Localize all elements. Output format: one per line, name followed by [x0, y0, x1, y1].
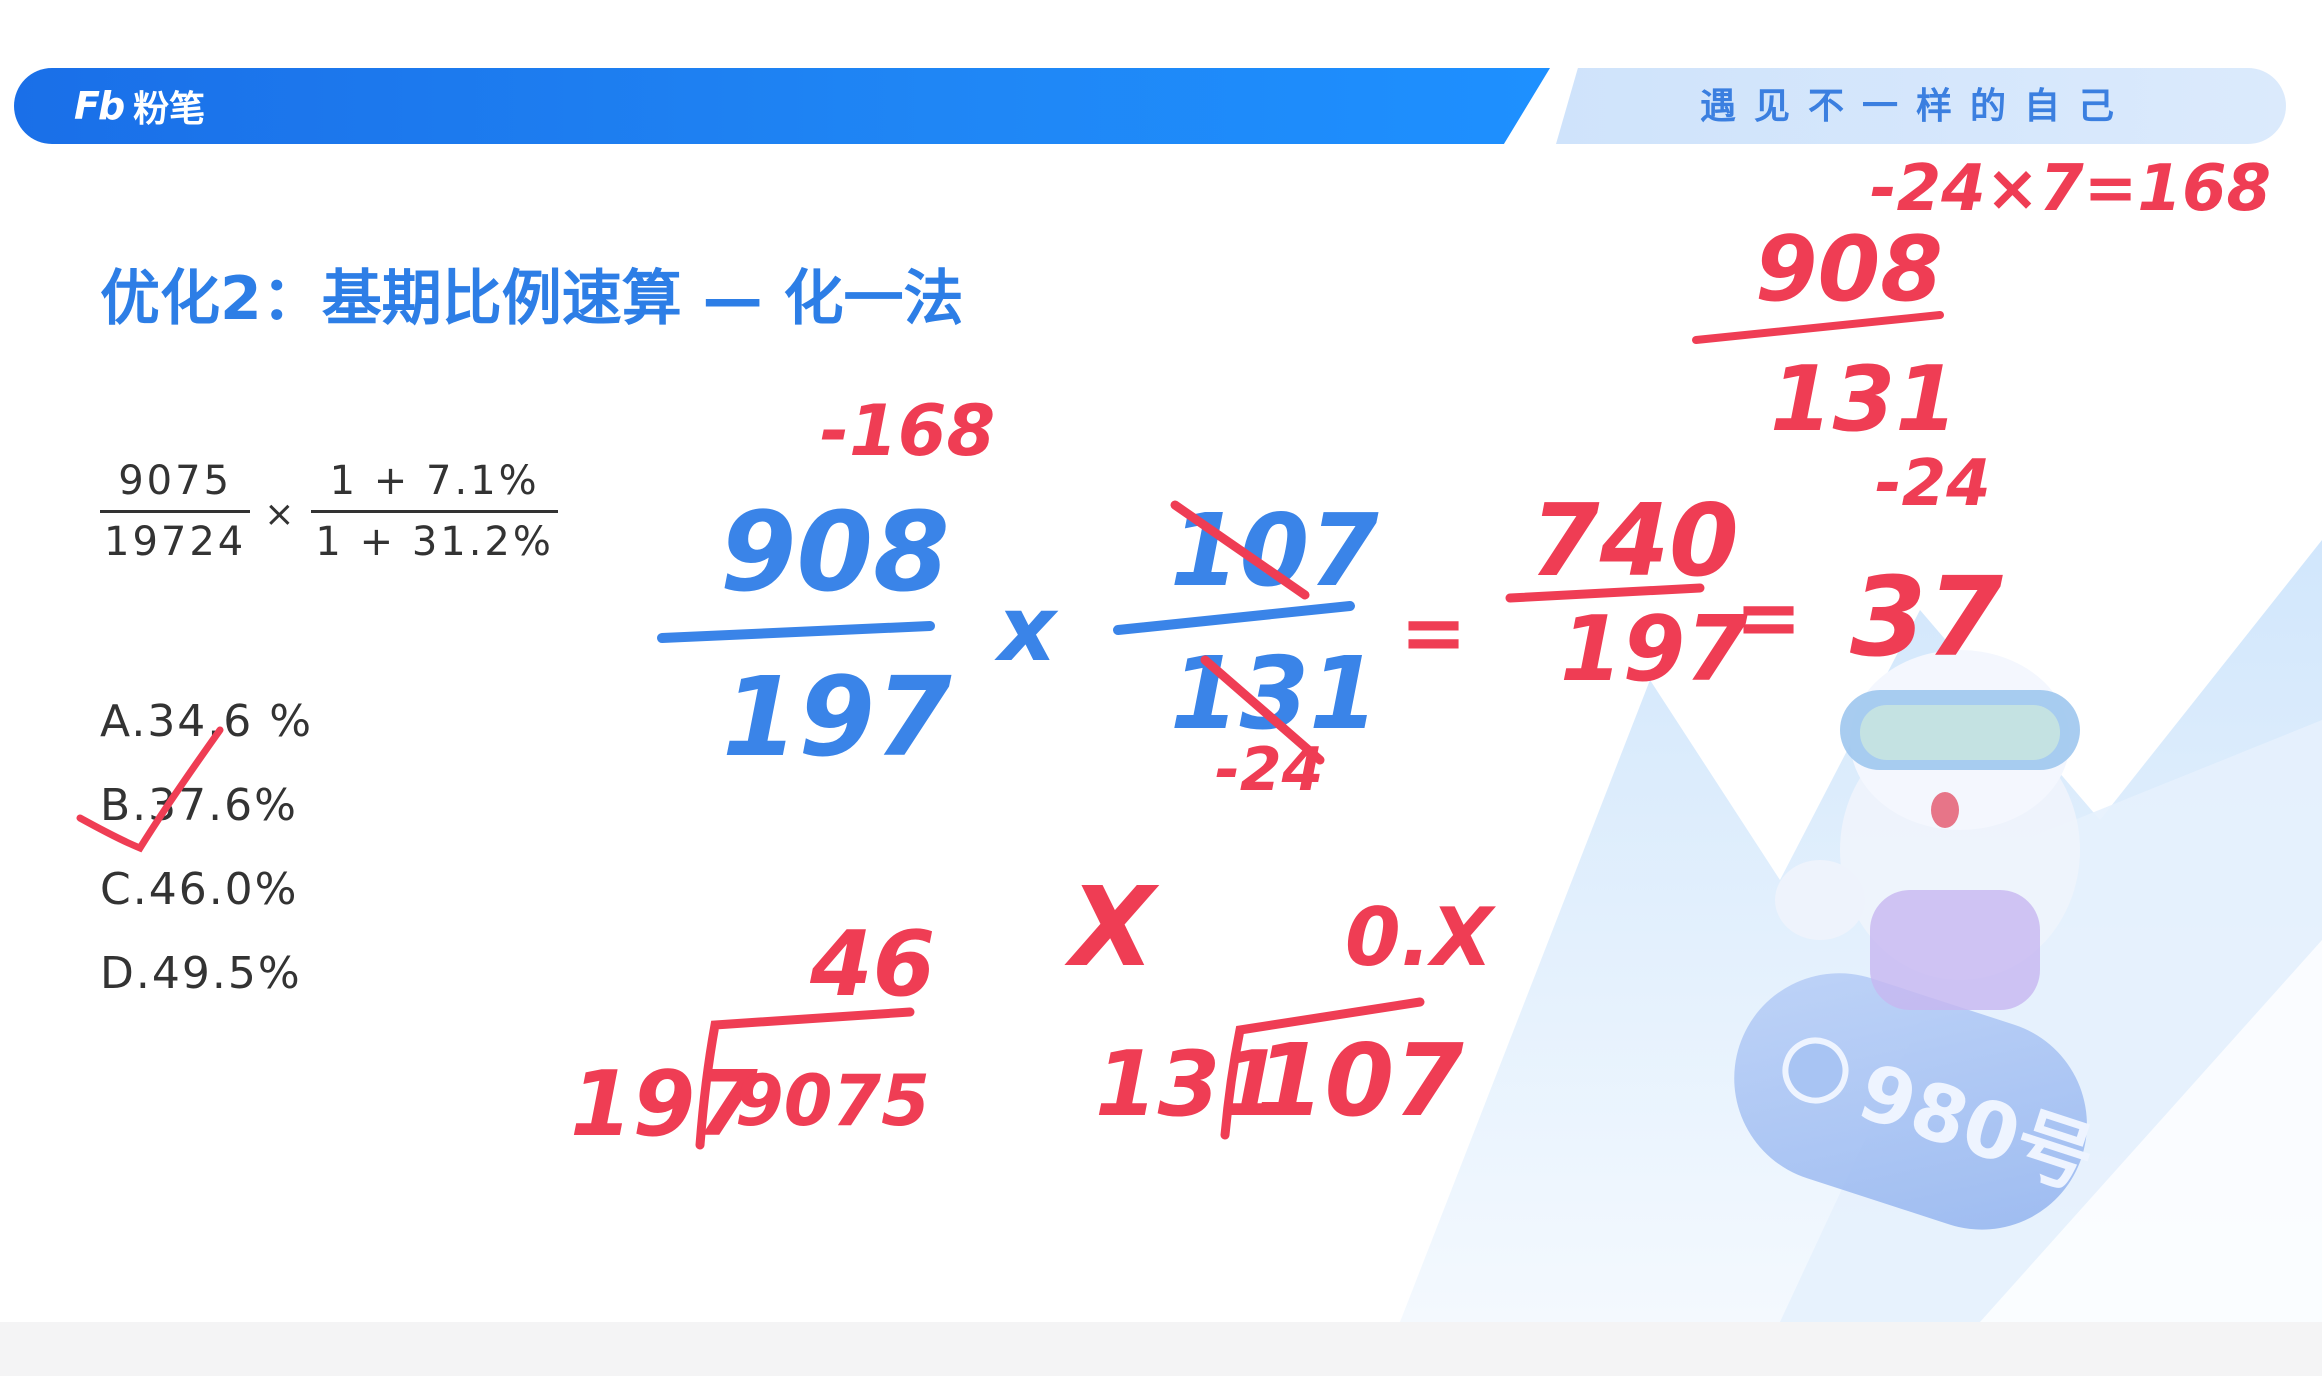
hw-div2-divisor: 131: [1095, 1032, 1283, 1137]
option-c[interactable]: C.46.0%: [100, 848, 313, 932]
hw-minus168: -168: [820, 390, 995, 472]
hw-top-num: 908: [1755, 217, 1943, 322]
option-d[interactable]: D.49.5%: [100, 932, 313, 1016]
fraction-2-numerator: 1 + 7.1%: [329, 458, 540, 504]
hw-top-bar: [1692, 311, 1944, 344]
hw-minus24-top: -24: [1875, 447, 1991, 521]
logo-mark: Fb: [74, 84, 125, 128]
mascot-illustration: 980号: [1400, 540, 2322, 1322]
answer-options: A.34.6 % B.37.6% C.46.0% D.49.5%: [100, 680, 313, 1016]
hw-frac1-num: 908: [720, 488, 950, 616]
strike-107: [1170, 500, 1310, 600]
hw-frac2-num: 107: [1170, 492, 1379, 609]
hw-div1-dividend: 9075: [735, 1060, 930, 1142]
slide: Fb 粉笔 遇见不一样的自己 980号 优化2：基期比例速算 — 化一法 907…: [0, 0, 2322, 1322]
hw-top-expr: -24×7=168: [1870, 152, 2271, 226]
fraction-1: 9075 19724: [100, 458, 251, 565]
hw-div2-bracket: [1220, 997, 1425, 1140]
option-a[interactable]: A.34.6 %: [100, 680, 313, 764]
fraction-1-denominator: 19724: [100, 510, 251, 565]
option-b[interactable]: B.37.6%: [100, 764, 313, 848]
header-banner: [14, 68, 1550, 144]
fraction-2: 1 + 7.1% 1 + 31.2%: [311, 458, 558, 565]
fraction-2-denominator: 1 + 31.2%: [311, 510, 558, 565]
formula: 9075 19724 × 1 + 7.1% 1 + 31.2%: [100, 458, 558, 565]
hw-times: x: [994, 577, 1059, 682]
slogan: 遇见不一样的自己: [1700, 86, 2133, 127]
page-title: 优化2：基期比例速算 — 化一法: [100, 264, 964, 334]
hw-minus24-side: -24: [1215, 735, 1323, 805]
hw-div1-bracket: [695, 1007, 915, 1150]
times-sign: ×: [264, 494, 298, 535]
hw-frac1-den: 197: [722, 653, 952, 781]
hw-frac1-bar: [657, 621, 935, 643]
fraction-1-numerator: 9075: [118, 458, 233, 504]
hw-frac2-bar: [1113, 601, 1355, 635]
hw-div1-quot: 46: [809, 912, 935, 1017]
logo-text: 粉笔: [133, 89, 206, 130]
logo: Fb 粉笔: [74, 80, 205, 132]
hw-frac2-den: 131: [1170, 635, 1379, 752]
hw-top-den: 131: [1770, 347, 1958, 452]
bottom-strip: [0, 1322, 2322, 1376]
strike-131: [1200, 655, 1325, 765]
hw-x: X: [1064, 863, 1160, 991]
hw-div1-divisor: 197: [570, 1052, 758, 1157]
